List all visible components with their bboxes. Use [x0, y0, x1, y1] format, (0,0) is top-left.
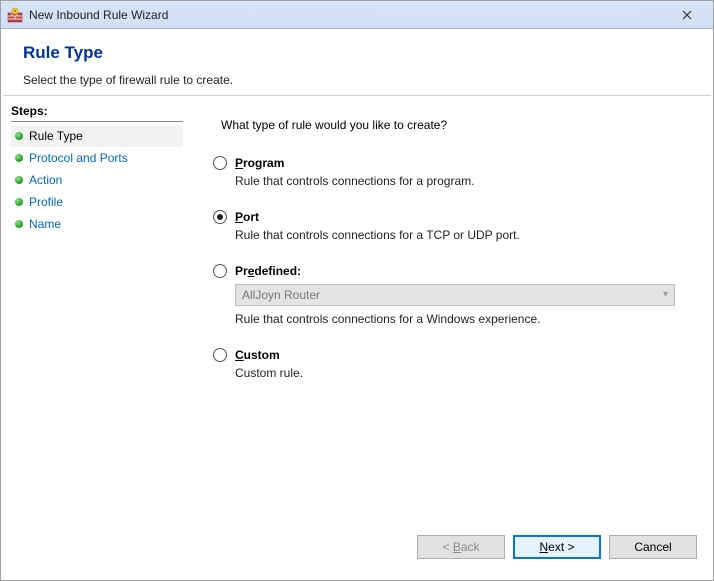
radio-predefined[interactable] — [213, 264, 227, 278]
question-text: What type of rule would you like to crea… — [221, 118, 685, 132]
steps-panel: Steps: Rule Type Protocol and Ports Acti… — [1, 96, 191, 526]
step-bullet-icon — [15, 154, 23, 162]
titlebar: New Inbound Rule Wizard — [1, 1, 713, 29]
step-name[interactable]: Name — [11, 213, 183, 235]
step-action[interactable]: Action — [11, 169, 183, 191]
step-profile[interactable]: Profile — [11, 191, 183, 213]
option-custom-label: Custom — [235, 348, 280, 362]
step-rule-type[interactable]: Rule Type — [11, 125, 183, 147]
predefined-selected-value: AllJoyn Router — [242, 288, 320, 302]
option-predefined-desc: Rule that controls connections for a Win… — [235, 312, 685, 326]
content-panel: What type of rule would you like to crea… — [191, 96, 713, 526]
step-label: Action — [29, 173, 62, 187]
option-program-label: Program — [235, 156, 284, 170]
option-port-desc: Rule that controls connections for a TCP… — [235, 228, 685, 242]
radio-port[interactable] — [213, 210, 227, 224]
next-button[interactable]: Next > — [513, 535, 601, 559]
wizard-window: New Inbound Rule Wizard Rule Type Select… — [0, 0, 714, 581]
close-button[interactable] — [667, 4, 707, 26]
option-custom-desc: Custom rule. — [235, 366, 685, 380]
wizard-footer: < Back Next > Cancel — [1, 526, 713, 580]
option-predefined-label: Predefined: — [235, 264, 301, 278]
cancel-button[interactable]: Cancel — [609, 535, 697, 559]
chevron-down-icon: ▾ — [663, 289, 668, 300]
step-bullet-icon — [15, 132, 23, 140]
option-custom: Custom Custom rule. — [213, 348, 685, 380]
step-label: Profile — [29, 195, 63, 209]
step-bullet-icon — [15, 220, 23, 228]
step-bullet-icon — [15, 176, 23, 184]
radio-program[interactable] — [213, 156, 227, 170]
option-program-desc: Rule that controls connections for a pro… — [235, 174, 685, 188]
wizard-header: Rule Type Select the type of firewall ru… — [1, 29, 713, 95]
wizard-body: Steps: Rule Type Protocol and Ports Acti… — [1, 96, 713, 526]
close-icon — [682, 10, 692, 20]
rule-type-options: Program Rule that controls connections f… — [213, 156, 685, 380]
back-button: < Back — [417, 535, 505, 559]
window-title: New Inbound Rule Wizard — [29, 8, 667, 22]
predefined-select: AllJoyn Router ▾ — [235, 284, 675, 306]
page-subtitle: Select the type of firewall rule to crea… — [23, 73, 691, 87]
step-label: Name — [29, 217, 61, 231]
step-label: Protocol and Ports — [29, 151, 128, 165]
option-program: Program Rule that controls connections f… — [213, 156, 685, 188]
firewall-icon — [7, 7, 23, 23]
step-label: Rule Type — [29, 129, 83, 143]
option-port-label: Port — [235, 210, 259, 224]
steps-heading: Steps: — [11, 102, 183, 122]
option-port: Port Rule that controls connections for … — [213, 210, 685, 242]
step-bullet-icon — [15, 198, 23, 206]
page-title: Rule Type — [23, 43, 691, 63]
radio-custom[interactable] — [213, 348, 227, 362]
step-protocol-and-ports[interactable]: Protocol and Ports — [11, 147, 183, 169]
option-predefined: Predefined: AllJoyn Router ▾ Rule that c… — [213, 264, 685, 326]
